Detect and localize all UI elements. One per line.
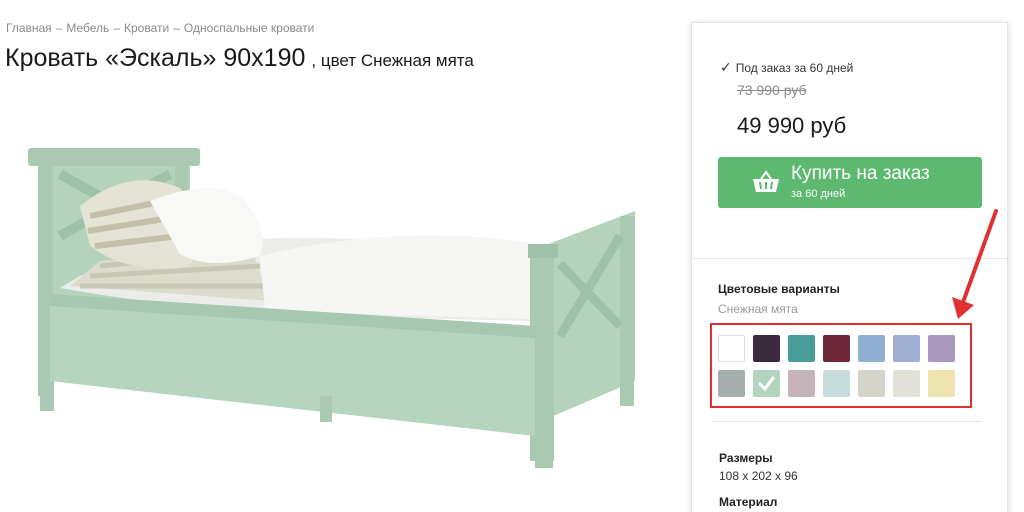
check-icon [758, 376, 775, 392]
breadcrumb-separator: – [55, 21, 63, 35]
color-swatch[interactable] [823, 370, 850, 397]
color-swatch[interactable] [858, 335, 885, 362]
breadcrumb-separator: – [113, 21, 120, 35]
color-swatch[interactable] [928, 370, 955, 397]
red-arrow-icon [952, 209, 998, 319]
check-icon: ✓ [720, 59, 732, 75]
product-image[interactable] [20, 126, 650, 476]
current-price: 49 990 руб [737, 113, 847, 138]
color-swatch[interactable] [858, 370, 885, 397]
color-swatch[interactable] [718, 335, 745, 362]
breadcrumb-single-beds[interactable]: Односпальные кровати [184, 21, 315, 35]
breadcrumb: Главная – Мебель – Кровати – Односпальные кров… [6, 21, 314, 35]
color-swatch[interactable] [788, 335, 815, 362]
color-swatch[interactable] [823, 335, 850, 362]
color-swatch[interactable] [718, 370, 745, 397]
breadcrumb-home[interactable]: Главная [6, 21, 52, 35]
color-swatch[interactable] [928, 335, 955, 362]
buy-button-label: Купить на заказ [791, 163, 930, 184]
product-color-name: , цвет Снежная мята [311, 51, 474, 70]
color-options-title: Цветовые варианты [718, 282, 840, 296]
color-swatch[interactable] [753, 335, 780, 362]
breadcrumb-furniture[interactable]: Мебель [66, 21, 109, 35]
color-swatch-grid [710, 323, 972, 408]
color-swatch[interactable] [788, 370, 815, 397]
bed-side-rail [40, 294, 553, 468]
buy-to-order-button[interactable]: Купить на заказ за 60 дней [718, 157, 982, 208]
buy-button-sublabel: за 60 дней [791, 188, 846, 200]
availability-text: Под заказ за 60 дней [735, 61, 854, 75]
product-name: Кровать «Эскаль» 90х190 [5, 44, 306, 72]
spec-dimensions-label: Размеры [719, 451, 773, 465]
breadcrumb-separator: – [173, 21, 180, 35]
bed-footboard [528, 211, 635, 461]
shopping-basket-icon [753, 170, 779, 192]
availability-status: ✓ Под заказ за 60 дней [720, 59, 853, 76]
spec-material-label: Материал [719, 495, 778, 509]
page-title: Кровать «Эскаль» 90х190 , цвет Снежная мя… [5, 44, 474, 73]
divider [712, 421, 982, 422]
spec-dimensions-value: 108 х 202 х 96 [719, 469, 798, 483]
old-price: 73 990 руб [737, 82, 807, 98]
breadcrumb-beds[interactable]: Кровати [124, 21, 169, 35]
current-color-name: Снежная мята [718, 302, 798, 316]
color-swatch[interactable] [893, 370, 920, 397]
bed-pillows [80, 180, 263, 269]
color-swatch[interactable] [753, 370, 780, 397]
color-swatch[interactable] [893, 335, 920, 362]
